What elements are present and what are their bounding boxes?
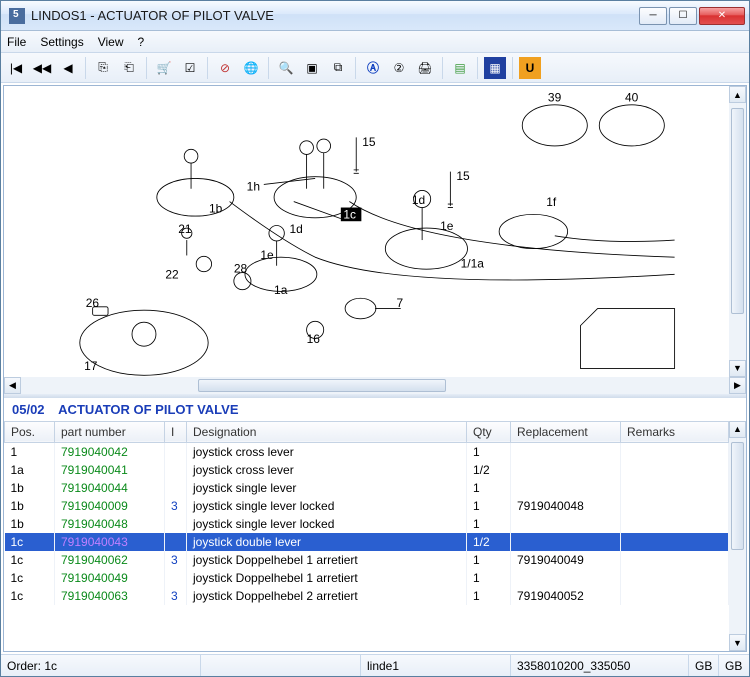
scroll-right-icon[interactable]: ▶ bbox=[729, 377, 746, 394]
col-i[interactable]: I bbox=[165, 421, 187, 442]
main-window: LINDOS1 - ACTUATOR OF PILOT VALVE ─ ☐ ✕ … bbox=[0, 0, 750, 677]
table-row[interactable]: 1c79190400623joystick Doppelhebel 1 arre… bbox=[5, 551, 729, 569]
menubar: File Settings View ? bbox=[1, 31, 749, 53]
menu-help[interactable]: ? bbox=[138, 35, 145, 49]
grid-icon[interactable]: ▦ bbox=[484, 57, 506, 79]
parts-table: Pos. part number I Designation Qty Repla… bbox=[4, 421, 729, 605]
callout-15a[interactable]: 15 bbox=[362, 135, 376, 149]
col-pos[interactable]: Pos. bbox=[5, 421, 55, 442]
callout-28[interactable]: 28 bbox=[234, 262, 248, 276]
list-scroll-up-icon[interactable]: ▲ bbox=[729, 421, 746, 438]
status-lang1: GB bbox=[689, 655, 719, 676]
zoom-icon[interactable]: 🔍 bbox=[275, 57, 297, 79]
callout-1d-b[interactable]: 1d bbox=[412, 193, 425, 207]
col-qty[interactable]: Qty bbox=[467, 421, 511, 442]
scroll-up-icon[interactable]: ▲ bbox=[729, 86, 746, 103]
col-repl[interactable]: Replacement bbox=[511, 421, 621, 442]
import-icon[interactable]: ⎗ bbox=[118, 57, 140, 79]
callout-7[interactable]: 7 bbox=[396, 296, 403, 310]
status-code: 3358010200_335050 bbox=[511, 655, 689, 676]
step-icon[interactable]: ② bbox=[388, 57, 410, 79]
callout-1e-a[interactable]: 1e bbox=[260, 248, 274, 262]
section-name: ACTUATOR OF PILOT VALVE bbox=[58, 402, 238, 417]
text-a-icon[interactable]: Ⓐ bbox=[362, 57, 384, 79]
menu-file[interactable]: File bbox=[7, 35, 26, 49]
col-part[interactable]: part number bbox=[55, 421, 165, 442]
parts-list-pane: 05/02 ACTUATOR OF PILOT VALVE Pos. part … bbox=[4, 398, 746, 651]
content-area: 39 40 15 1b 1h 1c 15 1f 1d 1d 1e 1e 21 2… bbox=[3, 85, 747, 652]
section-header: 05/02 ACTUATOR OF PILOT VALVE bbox=[4, 398, 746, 421]
callout-17[interactable]: 17 bbox=[84, 359, 98, 373]
scroll-thumb-h[interactable] bbox=[198, 379, 446, 392]
callout-15b[interactable]: 15 bbox=[456, 169, 470, 183]
col-rem[interactable]: Remarks bbox=[621, 421, 729, 442]
minimize-button[interactable]: ─ bbox=[639, 7, 667, 25]
callout-21[interactable]: 21 bbox=[178, 222, 192, 236]
callout-1d-a[interactable]: 1d bbox=[289, 222, 302, 236]
globe-off-icon[interactable]: ⊘ bbox=[214, 57, 236, 79]
status-empty bbox=[201, 655, 361, 676]
note-icon[interactable]: ▤ bbox=[449, 57, 471, 79]
callout-1e-b[interactable]: 1e bbox=[440, 219, 454, 233]
callout-40[interactable]: 40 bbox=[625, 90, 639, 104]
status-order: Order: 1c bbox=[1, 655, 201, 676]
close-button[interactable]: ✕ bbox=[699, 7, 745, 25]
export-icon[interactable]: ⎘ bbox=[92, 57, 114, 79]
maximize-button[interactable]: ☐ bbox=[669, 7, 697, 25]
list-scroll-thumb[interactable] bbox=[731, 442, 744, 550]
window-title: LINDOS1 - ACTUATOR OF PILOT VALVE bbox=[31, 8, 639, 23]
diagram-pane: 39 40 15 1b 1h 1c 15 1f 1d 1d 1e 1e 21 2… bbox=[4, 86, 746, 377]
table-row[interactable]: 1c7919040049joystick Doppelhebel 1 arret… bbox=[5, 569, 729, 587]
u-icon[interactable]: U bbox=[519, 57, 541, 79]
globe-icon[interactable]: 🌐 bbox=[240, 57, 262, 79]
table-row[interactable]: 1b79190400093joystick single lever locke… bbox=[5, 497, 729, 515]
callout-1c-selected[interactable]: 1c bbox=[343, 208, 356, 222]
table-row[interactable]: 1c7919040043joystick double lever1/2 bbox=[5, 533, 729, 551]
copy-icon[interactable]: ⧉ bbox=[327, 57, 349, 79]
nav-rewind-icon[interactable]: ◀◀ bbox=[31, 57, 53, 79]
table-row[interactable]: 1b7919040044joystick single lever1 bbox=[5, 479, 729, 497]
list-scroll-down-icon[interactable]: ▼ bbox=[729, 634, 746, 651]
callout-22[interactable]: 22 bbox=[165, 268, 179, 282]
nav-back-icon[interactable]: ◀ bbox=[57, 57, 79, 79]
col-desig[interactable]: Designation bbox=[187, 421, 467, 442]
table-row[interactable]: 1b7919040048joystick single lever locked… bbox=[5, 515, 729, 533]
callout-1b[interactable]: 1b bbox=[209, 202, 223, 216]
scroll-down-icon[interactable]: ▼ bbox=[729, 360, 746, 377]
statusbar: Order: 1c linde1 3358010200_335050 GB GB bbox=[1, 654, 749, 676]
toolbar: |◀ ◀◀ ◀ ⎘ ⎗ 🛒 ☑ ⊘ 🌐 🔍 ▣ ⧉ Ⓐ ② 🖨 ▤ ▦ U bbox=[1, 53, 749, 83]
diagram-hscrollbar[interactable]: ◀ ▶ bbox=[4, 377, 746, 394]
callout-26[interactable]: 26 bbox=[86, 296, 100, 310]
menu-view[interactable]: View bbox=[98, 35, 124, 49]
callout-1a[interactable]: 1a bbox=[274, 283, 288, 297]
table-row[interactable]: 1c79190400633joystick Doppelhebel 2 arre… bbox=[5, 587, 729, 605]
nav-first-icon[interactable]: |◀ bbox=[5, 57, 27, 79]
status-user: linde1 bbox=[361, 655, 511, 676]
app-icon bbox=[9, 8, 25, 24]
callout-1-1a[interactable]: 1/1a bbox=[461, 256, 485, 270]
titlebar: LINDOS1 - ACTUATOR OF PILOT VALVE ─ ☐ ✕ bbox=[1, 1, 749, 31]
callout-39[interactable]: 39 bbox=[548, 90, 562, 104]
diagram-vscrollbar[interactable]: ▲ ▼ bbox=[729, 86, 746, 377]
window-buttons: ─ ☐ ✕ bbox=[639, 7, 745, 25]
page-icon[interactable]: ▣ bbox=[301, 57, 323, 79]
menu-settings[interactable]: Settings bbox=[40, 35, 83, 49]
cart-icon[interactable]: 🛒 bbox=[153, 57, 175, 79]
callout-16[interactable]: 16 bbox=[307, 332, 321, 346]
section-group: 05/02 bbox=[12, 402, 45, 417]
check-icon[interactable]: ☑ bbox=[179, 57, 201, 79]
callout-1f[interactable]: 1f bbox=[546, 195, 557, 209]
list-vscrollbar[interactable]: ▲ ▼ bbox=[729, 421, 746, 651]
print-icon[interactable]: 🖨 bbox=[414, 57, 436, 79]
table-row[interactable]: 1a7919040041joystick cross lever1/2 bbox=[5, 461, 729, 479]
callout-1h[interactable]: 1h bbox=[247, 179, 260, 193]
diagram-canvas[interactable]: 39 40 15 1b 1h 1c 15 1f 1d 1d 1e 1e 21 2… bbox=[4, 86, 729, 377]
scroll-left-icon[interactable]: ◀ bbox=[4, 377, 21, 394]
scroll-thumb-v[interactable] bbox=[731, 108, 744, 314]
table-row[interactable]: 17919040042joystick cross lever1 bbox=[5, 442, 729, 461]
status-lang2: GB bbox=[719, 655, 749, 676]
